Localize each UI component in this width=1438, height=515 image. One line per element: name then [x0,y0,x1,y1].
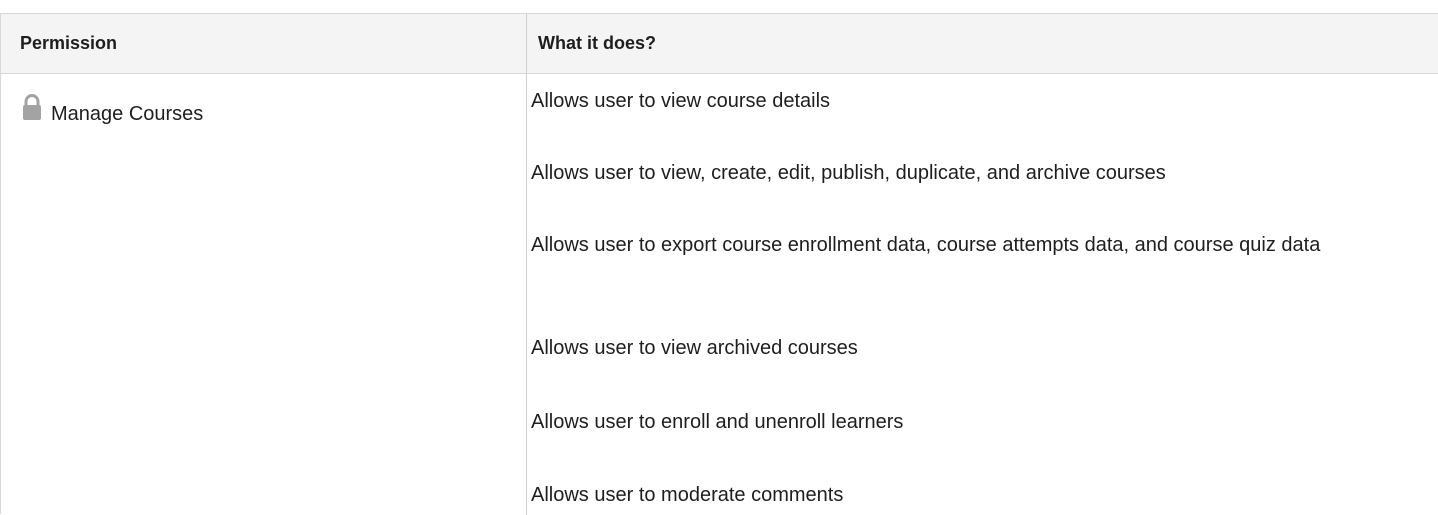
header-permission: Permission [20,33,118,53]
description-item: Allows user to enroll and unenroll learn… [531,411,904,433]
column-divider [526,14,527,515]
description-item: Allows user to view archived courses [531,337,858,359]
permissions-table: Permission What it does? Manage Courses … [0,13,1438,515]
table-header-row: Permission What it does? [1,14,1438,74]
description-item: Allows user to view course details [531,90,831,112]
permission-label: Manage Courses [51,102,204,125]
description-item: Allows user to export course enrollment … [531,234,1321,256]
header-what-it-does: What it does? [538,33,656,53]
lock-icon [21,94,43,122]
description-item: Allows user to view, create, edit, publi… [531,162,1166,184]
permission-cell: Manage Courses [21,94,203,134]
description-item: Allows user to moderate comments [531,484,844,506]
